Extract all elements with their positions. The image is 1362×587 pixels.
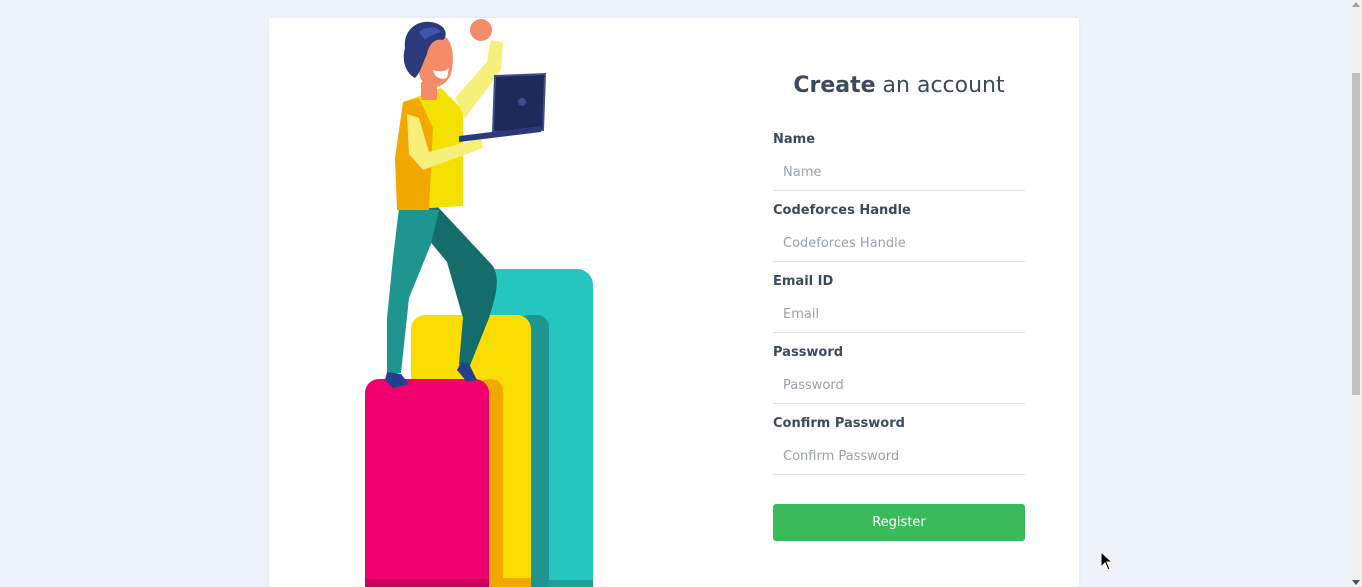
confirm-password-input[interactable] — [773, 439, 1025, 475]
name-field-group: Name — [773, 131, 1025, 191]
codeforces-handle-input[interactable] — [773, 226, 1025, 262]
email-field-group: Email ID — [773, 273, 1025, 333]
codeforces-handle-label: Codeforces Handle — [773, 203, 911, 218]
register-card: Create an account Name Codeforces Handle… — [269, 18, 1079, 587]
codeforces-handle-field-group: Codeforces Handle — [773, 202, 1025, 262]
person-laptop-illustration — [365, 19, 593, 587]
form-title: Create an account — [773, 73, 1025, 98]
name-input[interactable] — [773, 155, 1025, 191]
bar-pink — [365, 379, 503, 587]
password-input[interactable] — [773, 368, 1025, 404]
page: Create an account Name Codeforces Handle… — [0, 0, 1362, 587]
scroll-down-arrow-icon[interactable] — [1352, 580, 1360, 585]
confirm-password-field-group: Confirm Password — [773, 415, 1025, 475]
mouse-cursor-icon — [1100, 551, 1114, 571]
register-button[interactable]: Register — [773, 504, 1025, 541]
scroll-up-arrow-icon[interactable] — [1352, 2, 1360, 7]
form-title-rest: an account — [875, 73, 1005, 98]
password-label: Password — [773, 345, 844, 360]
form-title-strong: Create — [793, 73, 876, 98]
email-input[interactable] — [773, 297, 1025, 333]
scroll-thumb[interactable] — [1352, 73, 1360, 395]
vertical-scrollbar[interactable] — [1350, 0, 1362, 587]
name-label: Name — [773, 132, 816, 147]
email-label: Email ID — [773, 274, 834, 289]
confirm-password-label: Confirm Password — [773, 416, 905, 431]
password-field-group: Password — [773, 344, 1025, 404]
